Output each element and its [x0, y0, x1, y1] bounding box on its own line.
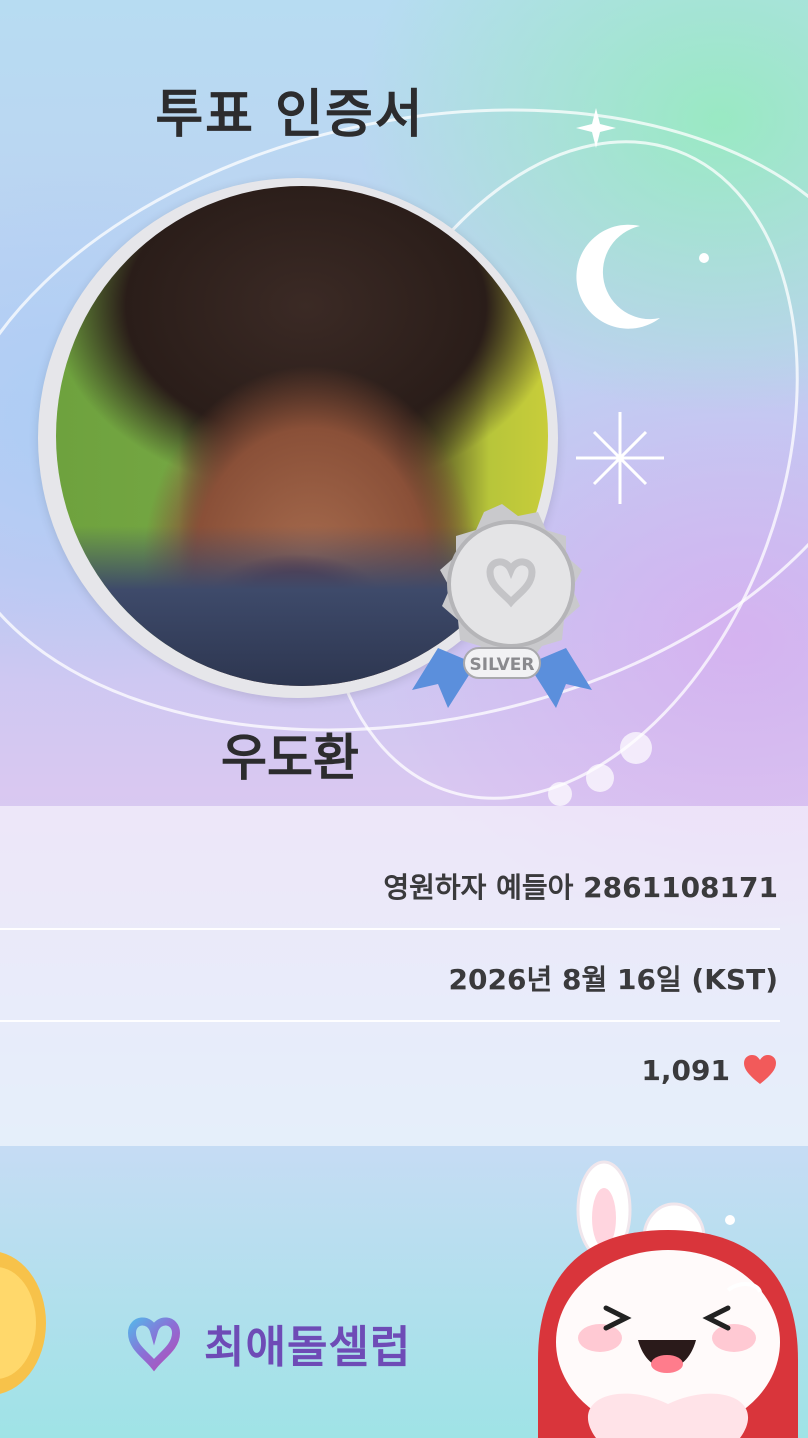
divider: [0, 928, 780, 930]
vote-event-row: 영원하자 예들아 2861108171: [0, 840, 808, 932]
divider: [0, 1020, 780, 1022]
vote-date-text: 2026년 8월 16일 (KST): [448, 963, 778, 996]
vote-count-row: 1,091: [0, 1024, 808, 1116]
badge-label: SILVER: [470, 655, 535, 675]
page-title: 투표 인증서: [155, 85, 425, 145]
vote-date-row: 2026년 8월 16일 (KST): [0, 932, 808, 1024]
brand-logo: 최애돌셀럽: [116, 1308, 411, 1378]
chick-mascot: [0, 1252, 46, 1394]
heart-icon: [744, 1055, 776, 1084]
brand-logo-text: 최애돌셀럽: [204, 1322, 412, 1373]
rabbit-mascot: [538, 1160, 798, 1438]
moon-icon: [576, 224, 660, 329]
logo-heart-icon: [118, 1317, 190, 1372]
certificate-details: 영원하자 예들아 2861108171 2026년 8월 16일 (KST) 1…: [0, 806, 808, 1146]
idol-name: 우도환: [221, 729, 359, 787]
medal-icon: SILVER: [412, 504, 592, 708]
vote-event-text: 영원하자 예들아 2861108171: [383, 871, 778, 904]
vote-count-text: 1,091: [641, 1053, 730, 1087]
sparkle-icon: [576, 412, 664, 504]
